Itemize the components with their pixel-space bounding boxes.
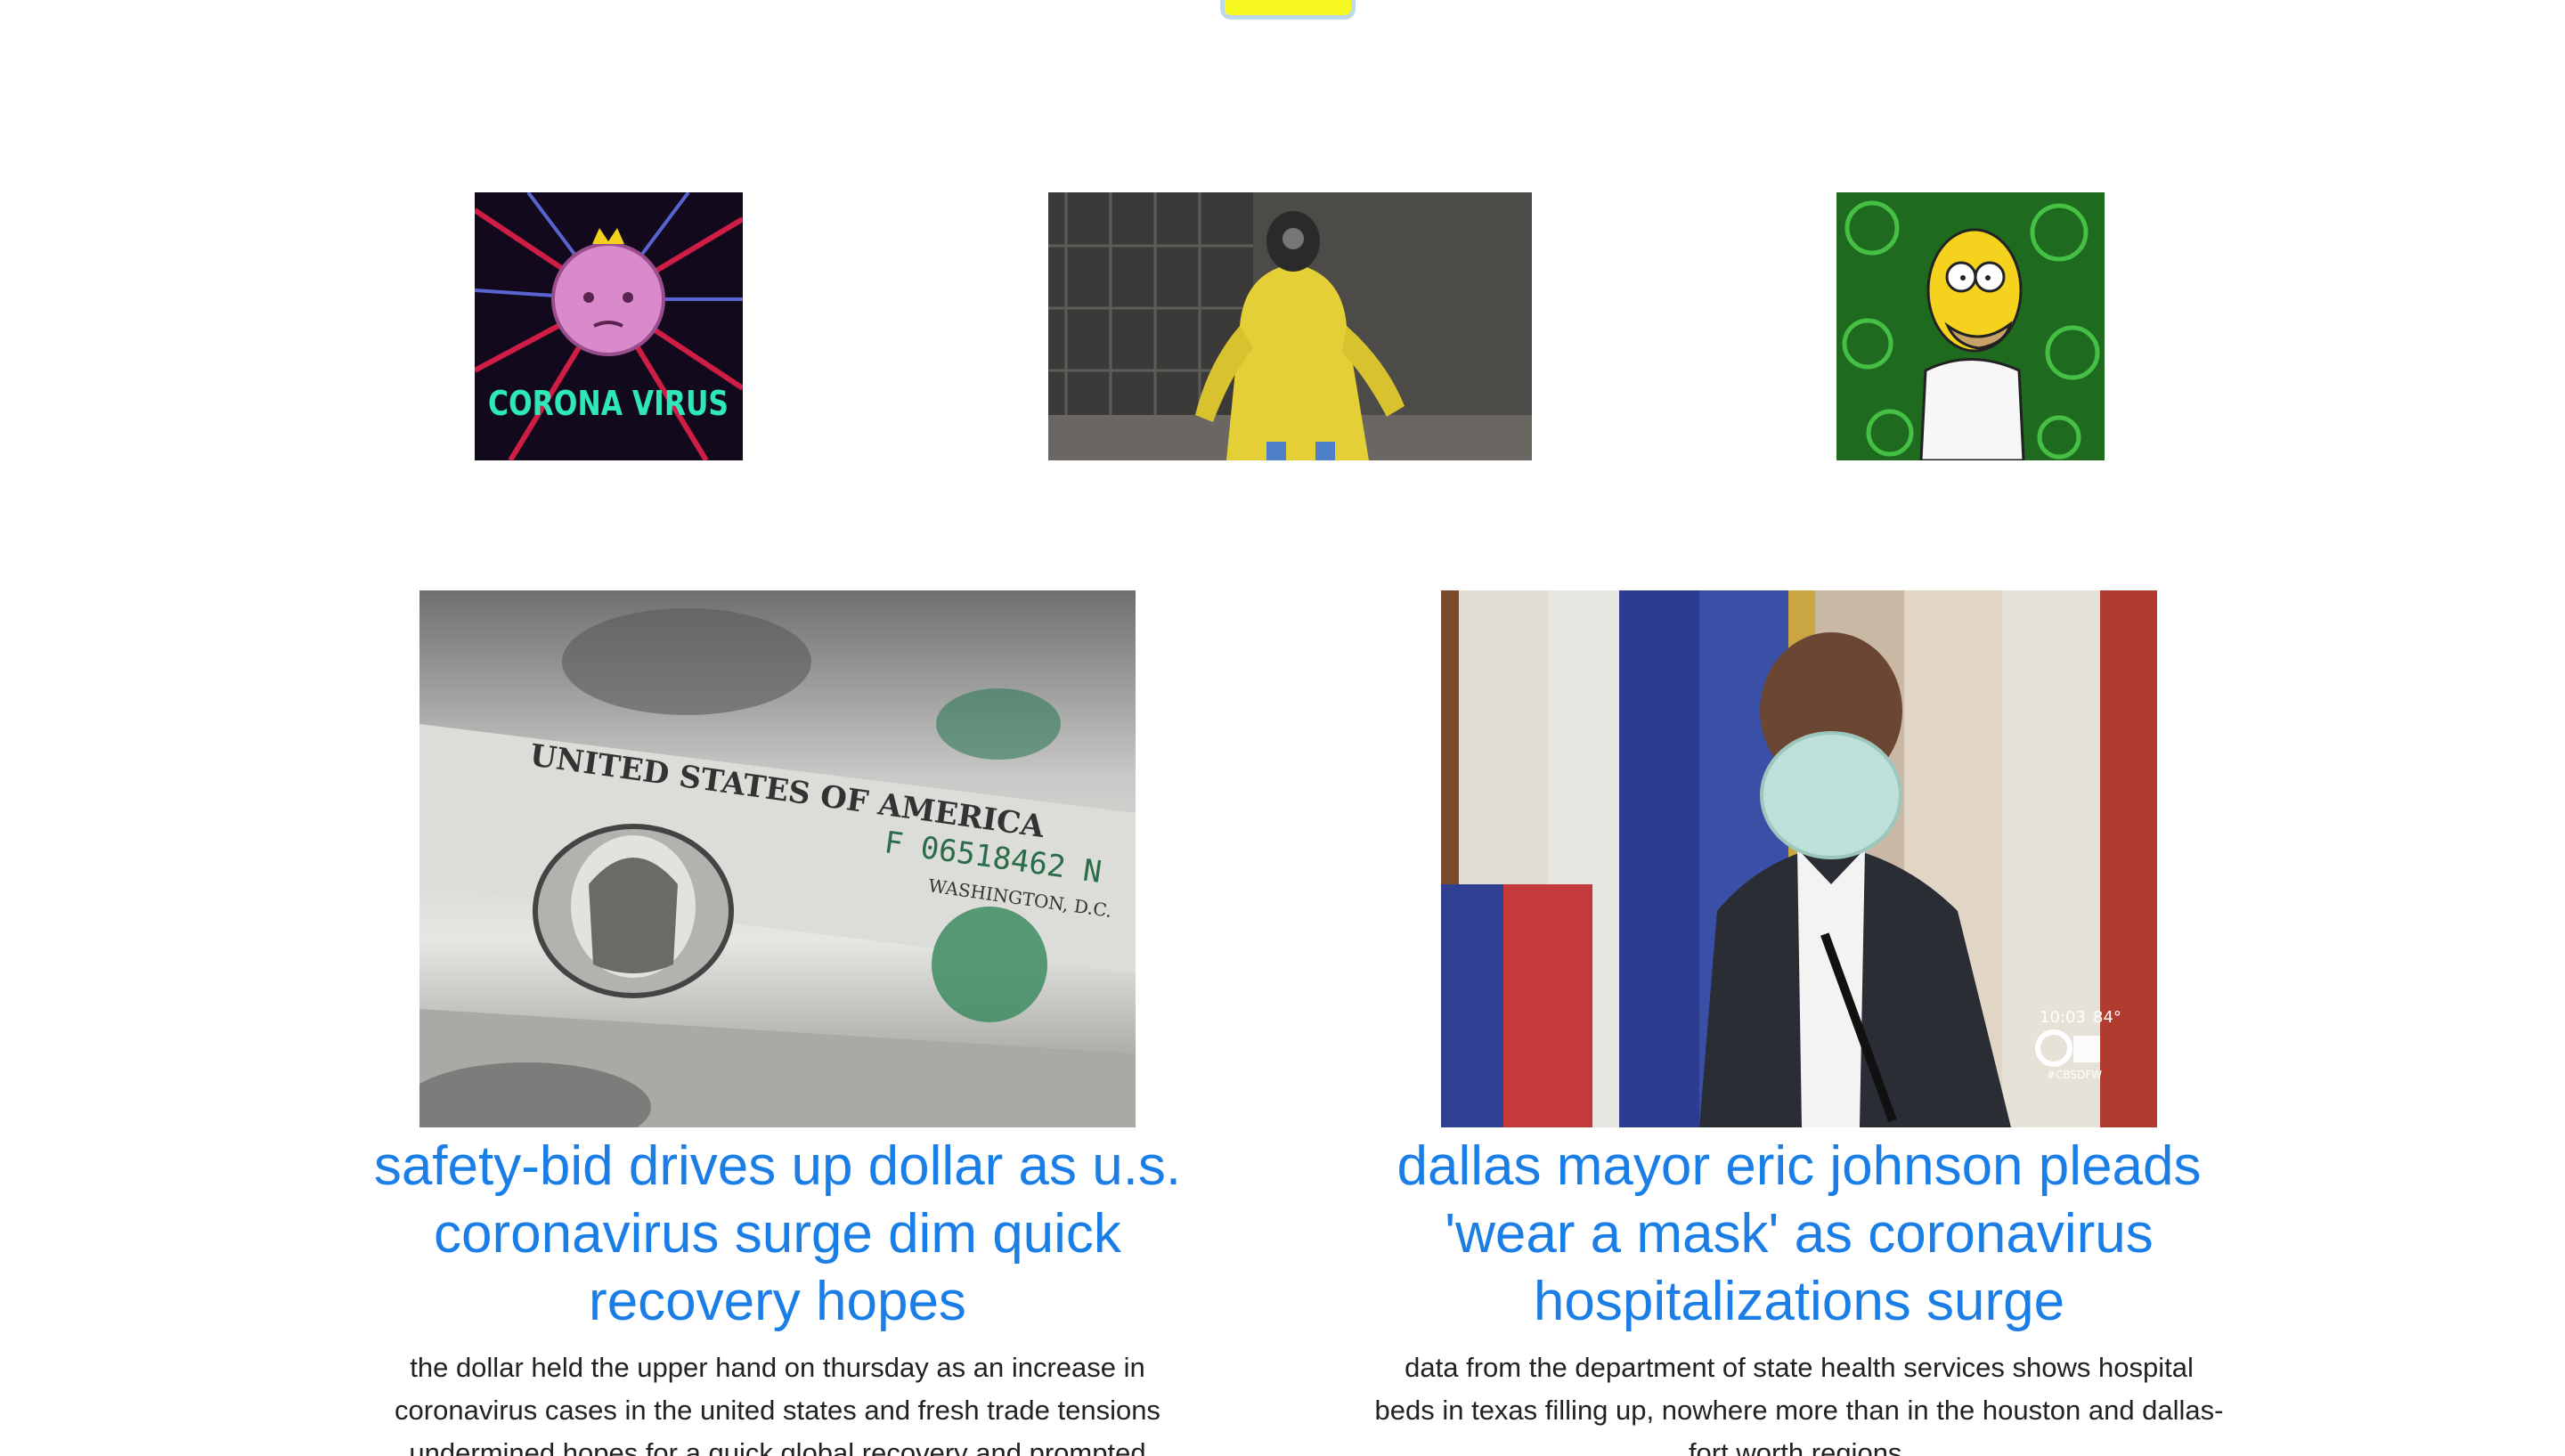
dollar-bill-image: UNITED STATES OF AMERICA F 06518462 N WA… [419, 590, 1136, 1127]
mayor-press-image: 10:03 84° #CBSDFW [1441, 590, 2157, 1127]
article-summary: data from the department of state health… [1374, 1352, 2224, 1456]
corona-virus-image: CORONA VIRUS [475, 192, 743, 460]
article-image-dollar[interactable]: UNITED STATES OF AMERICA F 06518462 N WA… [419, 590, 1136, 1127]
article-image-mayor[interactable]: 10:03 84° #CBSDFW [1441, 590, 2157, 1127]
hazmat-suit-image [1048, 192, 1532, 460]
broadcast-time: 10:03 [2040, 1008, 2086, 1027]
article-card: 10:03 84° #CBSDFW dallas mayor eric john… [1354, 590, 2244, 1456]
hazmat-suit-gif [1048, 192, 1532, 460]
article-summary: the dollar held the upper hand on thursd… [395, 1352, 1160, 1456]
homer-gif [1836, 192, 2105, 460]
corona-virus-gif: CORONA VIRUS [475, 192, 743, 460]
article-card: UNITED STATES OF AMERICA F 06518462 N WA… [332, 590, 1223, 1456]
article-headline-link[interactable]: safety-bid drives up dollar as u.s. coro… [332, 1133, 1223, 1336]
broadcast-temp: 84° [2093, 1008, 2121, 1027]
gif-caption: CORONA VIRUS [488, 384, 729, 423]
article-headline-link[interactable]: dallas mayor eric johnson pleads 'wear a… [1354, 1133, 2244, 1336]
homer-image [1836, 192, 2105, 460]
broadcast-channel: #CBSDFW [2047, 1069, 2102, 1081]
news-page: CORONA VIRUS UNITED STATES OF AMERICA F … [0, 0, 2565, 1456]
top-button[interactable] [1220, 0, 1356, 20]
